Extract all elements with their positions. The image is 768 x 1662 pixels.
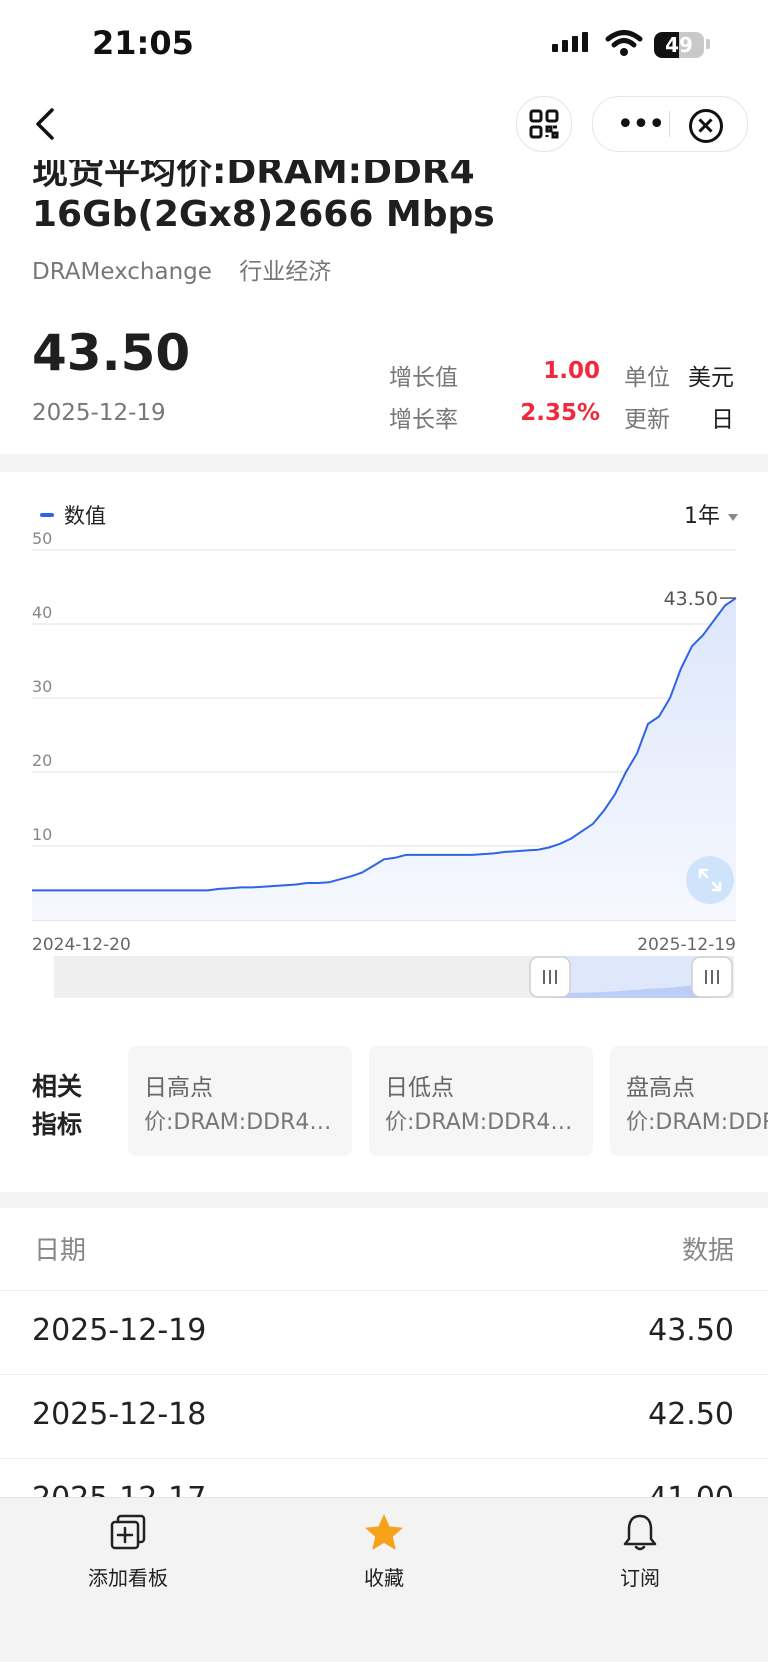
related-indicators: 相关指标 日高点 价:DRAM:DDR4 16Gb(2Gx8)2666 Mbps… [0, 1026, 768, 1192]
back-arrow-icon[interactable] [28, 102, 68, 146]
unit-value: 美元 [688, 365, 734, 391]
qr-code-button[interactable] [516, 96, 572, 152]
y-tick-label: 20 [32, 751, 52, 770]
category-text: 行业经济 [239, 259, 332, 285]
row-value: 43.50 [648, 1313, 734, 1348]
battery-level-text: 49 [665, 33, 693, 57]
status-time: 21:05 [92, 24, 194, 62]
add-to-dashboard-button[interactable]: 添加看板 [58, 1512, 198, 1591]
related-label: 相关指标 [32, 1072, 83, 1139]
last-value-label: 43.50 [664, 588, 718, 610]
related-card[interactable]: 日高点 价:DRAM:DDR4 16Gb(2Gx8)2666 Mbps [128, 1046, 352, 1156]
related-card-title: 日低点 [385, 1075, 454, 1101]
update-frequency: 日 [711, 407, 734, 433]
expand-arrows-icon [698, 868, 722, 892]
indicator-header: 现货平均价:DRAM:DDR4 16Gb(2Gx8)2666 Mbps DRAM… [0, 160, 768, 454]
current-value: 43.50 [32, 324, 191, 382]
table-row: 2025-12-18 42.50 [0, 1374, 768, 1459]
chart-card: 数值 1年 5040302010043.502024-12-202025-12-… [0, 472, 768, 1026]
expand-chart-button[interactable] [686, 856, 734, 904]
line-chart[interactable]: 5040302010043.502024-12-202025-12-19 [0, 472, 768, 1026]
star-icon [365, 1514, 403, 1550]
y-tick-label: 10 [32, 825, 52, 844]
growth-rate-label: 增长率 [389, 407, 458, 433]
related-card-subtitle: 价:DRAM:DDR4 16Gb(2Gx8)2666 Mbps [385, 1110, 577, 1135]
y-tick-label: 30 [32, 677, 52, 696]
cellular-signal-icon [552, 32, 588, 52]
battery-icon: 49 [654, 32, 704, 58]
more-options-icon[interactable]: ••• [613, 97, 667, 151]
related-card-subtitle: 价:DRAM:DDR4 16Gb(2Gx8)2666 Mbps [626, 1110, 768, 1135]
close-icon[interactable] [689, 109, 723, 143]
capsule-divider [669, 111, 670, 137]
row-value: 42.50 [648, 1397, 734, 1432]
related-card-title: 日高点 [144, 1075, 213, 1101]
add-dashboard-icon [110, 1514, 146, 1550]
current-date: 2025-12-19 [32, 400, 166, 426]
data-table: 日期 数据 2025-12-19 43.50 2025-12-18 42.50 … [0, 1208, 768, 1516]
growth-value: 1.00 [543, 358, 600, 384]
indicator-source-line: DRAMexchange 行业经济 [32, 252, 351, 286]
table-row: 2025-12-19 43.50 [0, 1290, 768, 1375]
y-tick-label: 50 [32, 529, 52, 548]
add-to-dashboard-label: 添加看板 [88, 1566, 168, 1590]
related-card-subtitle: 价:DRAM:DDR4 16Gb(2Gx8)2666 Mbps [144, 1110, 336, 1135]
x-start-label: 2024-12-20 [32, 935, 131, 955]
source-text: DRAMexchange [32, 259, 212, 285]
unit-label: 单位 [624, 365, 670, 391]
related-card[interactable]: 日低点 价:DRAM:DDR4 16Gb(2Gx8)2666 Mbps [369, 1046, 593, 1156]
row-date: 2025-12-19 [32, 1313, 207, 1348]
qr-code-icon [529, 109, 559, 139]
y-tick-label: 40 [32, 603, 52, 622]
update-label: 更新 [624, 407, 670, 433]
related-card[interactable]: 盘高点 价:DRAM:DDR4 16Gb(2Gx8)2666 Mbps [610, 1046, 768, 1156]
wifi-icon [605, 30, 643, 56]
battery-nub [706, 39, 710, 49]
mini-program-capsule: ••• [592, 96, 748, 152]
indicator-title-line2: 16Gb(2Gx8)2666 Mbps [32, 194, 495, 235]
growth-rate: 2.35% [520, 400, 600, 426]
growth-value-label: 增长值 [389, 365, 458, 391]
related-card-title: 盘高点 [626, 1075, 695, 1101]
bell-icon [623, 1514, 657, 1551]
favorite-button[interactable]: 收藏 [314, 1512, 454, 1591]
row-date: 2025-12-18 [32, 1397, 207, 1432]
column-header-date: 日期 [34, 1236, 87, 1266]
favorite-label: 收藏 [364, 1566, 404, 1590]
subscribe-label: 订阅 [620, 1566, 660, 1590]
bottom-action-bar: 添加看板 收藏 订阅 [0, 1498, 768, 1662]
series-area [32, 598, 736, 920]
column-header-value: 数据 [681, 1236, 734, 1266]
subscribe-button[interactable]: 订阅 [570, 1512, 710, 1591]
x-end-label: 2025-12-19 [637, 935, 736, 955]
indicator-title-line1: 现货平均价:DRAM:DDR4 [32, 160, 475, 192]
